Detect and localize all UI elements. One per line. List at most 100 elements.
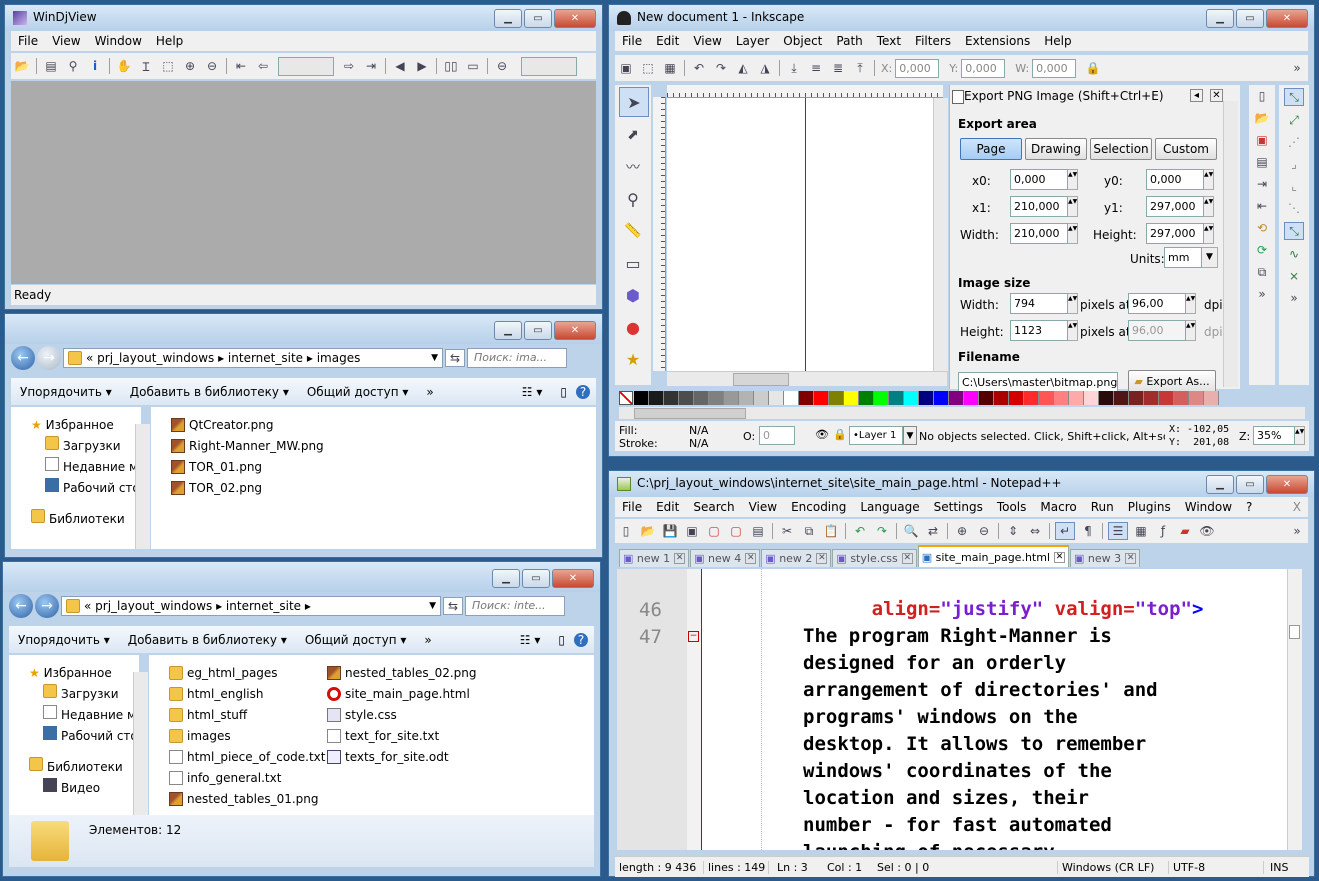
tab-new-4[interactable]: ▣ new 4 ✕ <box>690 549 761 567</box>
breadcrumb-item[interactable]: prj_layout_windows <box>97 351 214 365</box>
palette-swatch[interactable] <box>1099 391 1114 405</box>
palette-swatch[interactable] <box>1129 391 1144 405</box>
palette-swatch[interactable] <box>1159 391 1174 405</box>
file-item[interactable]: nested_tables_02.png <box>327 663 477 683</box>
close-button[interactable]: ✕ <box>1266 475 1308 494</box>
address-bar[interactable]: « prj_layout_windows ▸ internet_site ▸ i… <box>63 348 443 368</box>
px-height-spinner[interactable]: 1123 ▲▼ <box>1010 320 1078 341</box>
selection-button[interactable]: Selection <box>1090 138 1152 160</box>
canvas-vscroll[interactable] <box>933 98 948 371</box>
palette-none-swatch[interactable] <box>619 391 633 405</box>
drawing-canvas[interactable] <box>667 98 933 371</box>
nav-favorites[interactable]: ★ Избранное <box>31 415 141 436</box>
lock-icon[interactable]: 🔒 <box>1084 60 1102 76</box>
tab-style-css[interactable]: ▣ style.css ✕ <box>832 549 917 567</box>
palette-swatch[interactable] <box>994 391 1009 405</box>
snap-midpoints-icon[interactable]: ⌞ <box>1285 178 1303 194</box>
select-all-layers-icon[interactable]: ⬚ <box>639 60 657 76</box>
menu-window[interactable]: Window <box>1178 500 1239 514</box>
palette-swatch[interactable] <box>1144 391 1159 405</box>
new-doc-icon[interactable]: ▯ <box>1253 88 1271 104</box>
save-icon[interactable]: ▣ <box>1253 132 1271 148</box>
menu-edit[interactable]: Edit <box>649 34 686 48</box>
close-doc-icon[interactable]: X <box>1286 500 1308 514</box>
palette-swatch[interactable] <box>904 391 919 405</box>
y0-spinner[interactable]: 0,000 ▲▼ <box>1146 169 1214 190</box>
nav-libraries[interactable]: Библиотеки <box>29 757 139 778</box>
folder-item[interactable]: eg_html_pages <box>169 663 278 683</box>
palette-swatch[interactable] <box>1189 391 1204 405</box>
palette-swatch[interactable] <box>784 391 799 405</box>
preview-pane-icon[interactable]: ▯ <box>549 633 574 647</box>
tab-close-icon[interactable]: ✕ <box>1054 551 1066 563</box>
export-icon[interactable]: ⇤ <box>1253 198 1271 214</box>
menu-help[interactable]: Help <box>1037 34 1078 48</box>
close-button[interactable]: ✕ <box>552 569 594 588</box>
folder-item[interactable]: html_stuff <box>169 705 247 725</box>
palette-swatch[interactable] <box>1204 391 1219 405</box>
save-all-icon[interactable]: ▣ <box>683 523 701 539</box>
open-icon[interactable]: 📂 <box>13 58 31 74</box>
palette-swatch[interactable] <box>964 391 979 405</box>
dpi-x-spinner[interactable]: 96,00 ▲▼ <box>1128 293 1196 314</box>
nav-desktop[interactable]: Рабочий сто <box>31 478 141 499</box>
back-icon[interactable]: ◀ <box>391 58 409 74</box>
refresh-icon[interactable]: ⇆ <box>445 349 465 367</box>
overflow-icon[interactable]: » <box>1285 290 1303 306</box>
overflow-icon[interactable]: » <box>1288 523 1306 539</box>
visibility-icon[interactable]: 👁 <box>815 428 829 441</box>
palette-scrollbar[interactable] <box>619 407 1305 419</box>
palette-swatch[interactable] <box>769 391 784 405</box>
cut-icon[interactable]: ✂ <box>778 523 796 539</box>
tab-close-icon[interactable]: ✕ <box>745 553 757 564</box>
spin-arrows-icon[interactable]: ▲▼ <box>1204 196 1214 217</box>
add-to-library-button[interactable]: Добавить в библиотеку ▾ <box>121 385 298 399</box>
minimize-button[interactable]: ▁ <box>494 9 522 28</box>
show-all-chars-icon[interactable]: ¶ <box>1079 523 1097 539</box>
spin-arrows-icon[interactable]: ▲▼ <box>1068 196 1078 217</box>
menu-path[interactable]: Path <box>829 34 869 48</box>
menu-view[interactable]: View <box>742 500 784 514</box>
nav-downloads[interactable]: Загрузки <box>29 684 139 705</box>
menu-help[interactable]: ? <box>1239 500 1259 514</box>
add-to-library-button[interactable]: Добавить в библиотеку ▾ <box>119 633 296 647</box>
print-icon[interactable]: ▤ <box>749 523 767 539</box>
windjview-titlebar[interactable]: WinDjView ▁ ▭ ✕ <box>5 5 602 31</box>
palette-swatch[interactable] <box>739 391 754 405</box>
x1-spinner[interactable]: 210,000 ▲▼ <box>1010 196 1078 217</box>
spin-arrows-icon[interactable]: ▲▼ <box>1068 169 1078 190</box>
file-item[interactable]: nested_tables_01.png <box>169 789 319 809</box>
menu-extensions[interactable]: Extensions <box>958 34 1037 48</box>
menu-file[interactable]: File <box>11 34 45 48</box>
tab-site-main-page[interactable]: ▣ site_main_page.html ✕ <box>917 545 1070 567</box>
zoom-in-icon[interactable]: ⊕ <box>181 58 199 74</box>
chevron-down-icon[interactable]: ▼ <box>903 426 917 445</box>
save-icon[interactable]: 💾 <box>661 523 679 539</box>
measure-tool-icon[interactable]: 📏 <box>619 217 647 245</box>
text-select-icon[interactable]: Ɪ <box>137 58 155 74</box>
px-width-spinner[interactable]: 794 ▲▼ <box>1010 293 1078 314</box>
close-all-icon[interactable]: ▢ <box>727 523 745 539</box>
breadcrumb-item[interactable]: prj_layout_windows <box>95 599 212 613</box>
back-button[interactable]: ← <box>9 594 33 618</box>
paste-icon[interactable]: 📋 <box>822 523 840 539</box>
palette-swatch[interactable] <box>709 391 724 405</box>
menu-plugins[interactable]: Plugins <box>1121 500 1178 514</box>
raise-icon[interactable]: ≣ <box>829 60 847 76</box>
indent-guide-icon[interactable]: ☰ <box>1108 522 1128 540</box>
maximize-button[interactable]: ▭ <box>522 569 550 588</box>
units-select[interactable]: mm ▼ <box>1164 247 1218 268</box>
menu-settings[interactable]: Settings <box>927 500 990 514</box>
palette-swatch[interactable] <box>1024 391 1039 405</box>
explorer-titlebar[interactable]: ▁ ▭ ✕ <box>5 314 602 344</box>
palette-swatch[interactable] <box>844 391 859 405</box>
document-area[interactable] <box>11 81 596 284</box>
tab-new-1[interactable]: ▣ new 1 ✕ <box>619 549 690 567</box>
spin-arrows-icon[interactable]: ▲▼ <box>1068 223 1078 244</box>
filename-input[interactable]: C:\Users\master\bitmap.png <box>958 372 1118 393</box>
lock-icon[interactable]: 🔒 <box>833 428 847 441</box>
view-options-icon[interactable]: ☷ ▾ <box>513 385 552 399</box>
menu-filters[interactable]: Filters <box>908 34 958 48</box>
refresh-icon[interactable]: ⇆ <box>443 597 463 615</box>
sync-v-icon[interactable]: ⇕ <box>1004 523 1022 539</box>
